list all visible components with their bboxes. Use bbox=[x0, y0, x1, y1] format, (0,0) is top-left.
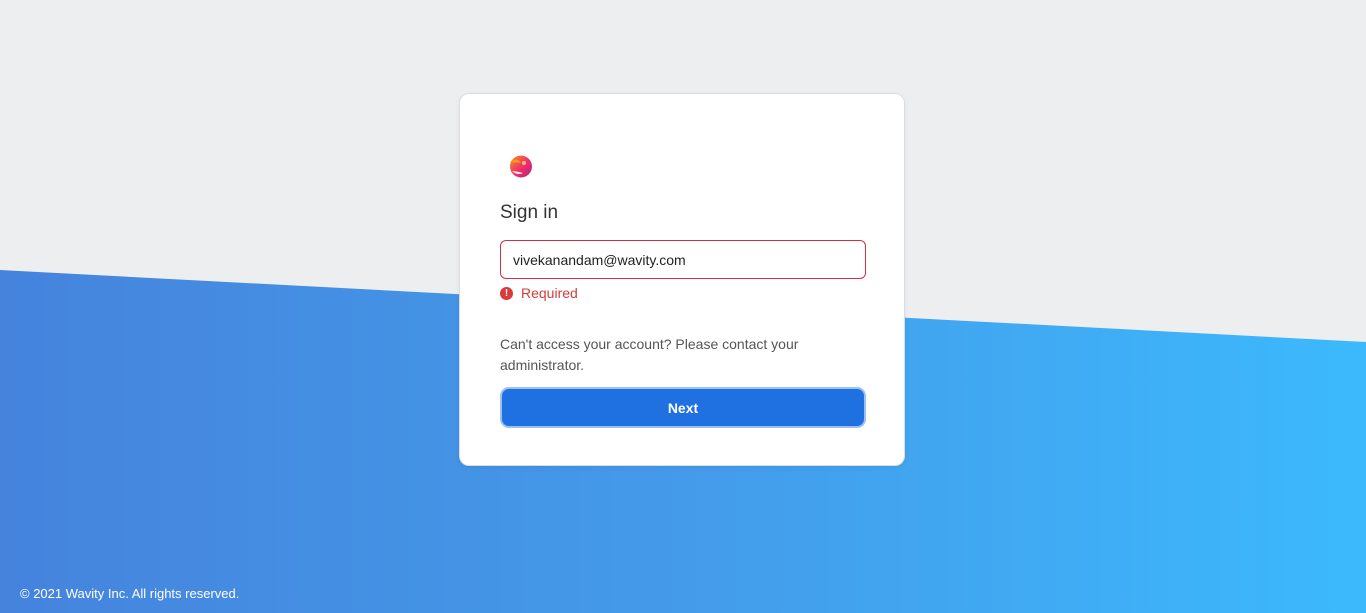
wavity-logo-icon bbox=[510, 155, 532, 178]
error-text: Required bbox=[521, 285, 578, 301]
signin-card: Sign in ! Required Can't access your acc… bbox=[459, 93, 905, 466]
footer-copyright: © 2021 Wavity Inc. All rights reserved. bbox=[20, 586, 240, 601]
next-button[interactable]: Next bbox=[500, 387, 866, 428]
email-error-message: ! Required bbox=[500, 284, 578, 302]
account-help-text: Can't access your account? Please contac… bbox=[500, 336, 799, 373]
email-field[interactable] bbox=[500, 240, 866, 279]
error-circle-icon: ! bbox=[500, 286, 513, 300]
login-page: Sign in ! Required Can't access your acc… bbox=[0, 0, 1366, 613]
page-title: Sign in bbox=[500, 202, 559, 223]
